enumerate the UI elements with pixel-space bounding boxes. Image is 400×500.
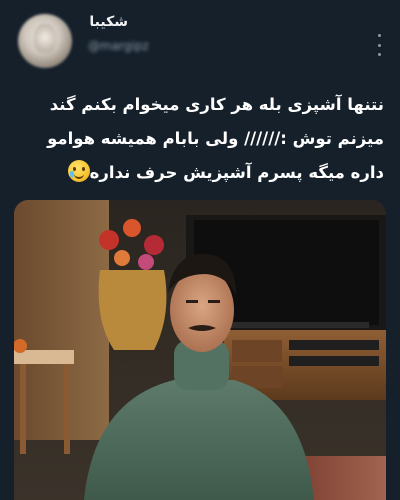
- author-display-name[interactable]: شکیبا: [89, 14, 128, 30]
- face-holding-back-tears-icon: [67, 160, 90, 182]
- tweet-text-line: داره میگه پسرم آشپزیش حرف نداره: [16, 156, 384, 190]
- more-options-icon[interactable]: [374, 34, 384, 56]
- avatar[interactable]: [18, 14, 72, 68]
- tweet-text: نتنها آشپزی بله هر کاری میخوام بکنم گند …: [16, 88, 384, 190]
- tweet[interactable]: شکیبا @margipz نتنها آشپزی بله هر کاری م…: [0, 0, 400, 500]
- tweet-text-line: میزنم توش :////// ولی بابام همیشه هوامو: [47, 129, 384, 148]
- tweet-media-photo[interactable]: [14, 200, 386, 500]
- tweet-text-fragment: داره میگه پسرم آشپزیش حرف نداره: [89, 163, 384, 182]
- tweet-text-line: نتنها آشپزی بله هر کاری میخوام بکنم گند: [49, 95, 384, 114]
- author-handle[interactable]: @margipz: [88, 39, 149, 53]
